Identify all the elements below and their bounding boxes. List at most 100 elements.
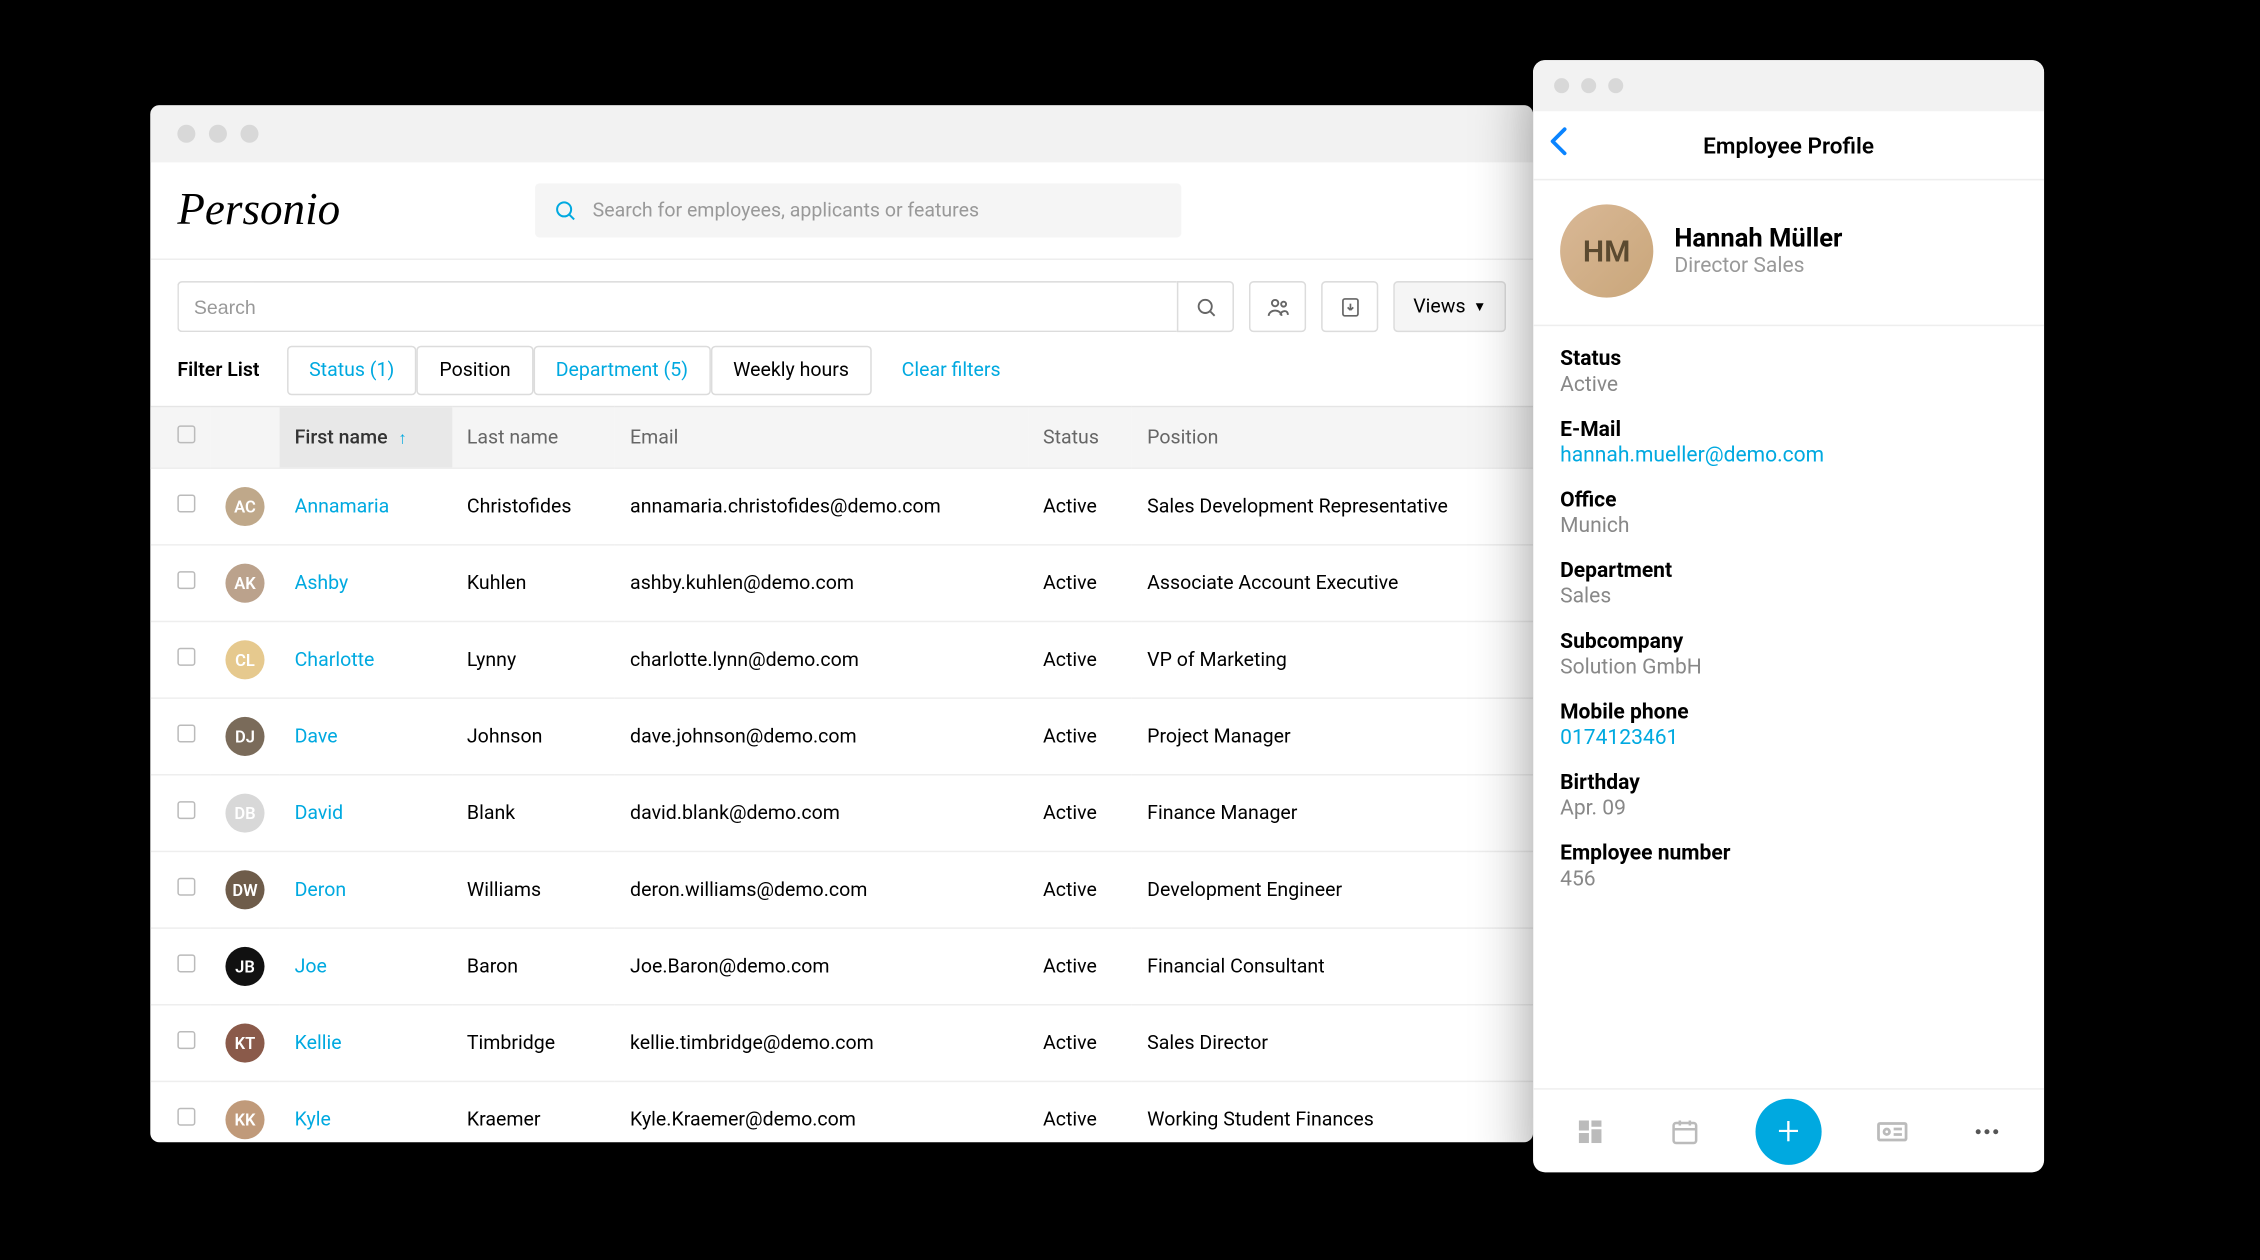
- first-name-link[interactable]: Deron: [295, 879, 347, 902]
- first-name-link[interactable]: Dave: [295, 725, 338, 748]
- field-value: Sales: [1560, 585, 2017, 609]
- row-checkbox[interactable]: [177, 1108, 195, 1126]
- dashboard-button[interactable]: [1566, 1107, 1614, 1155]
- filter-chip[interactable]: Weekly hours: [711, 346, 872, 396]
- calendar-icon: [1670, 1116, 1700, 1146]
- first-name-link[interactable]: Charlotte: [295, 649, 375, 672]
- table-header-row: First name ↑ Last name Email Status Posi…: [150, 407, 1533, 469]
- field-value: Solution GmbH: [1560, 655, 2017, 679]
- profile-field: SubcompanySolution GmbH: [1560, 630, 2017, 680]
- search-icon: [1195, 295, 1218, 318]
- row-checkbox[interactable]: [177, 954, 195, 972]
- position-cell: Finance Manager: [1132, 775, 1533, 852]
- app-logo: Personio: [177, 185, 340, 236]
- field-label: Employee number: [1560, 842, 2017, 866]
- row-checkbox[interactable]: [177, 571, 195, 589]
- mobile-header-title: Employee Profile: [1703, 132, 1874, 159]
- field-value[interactable]: hannah.mueller@demo.com: [1560, 443, 2017, 467]
- plus-icon: +: [1777, 1108, 1799, 1153]
- row-checkbox[interactable]: [177, 724, 195, 742]
- filter-chip[interactable]: Status (1): [287, 346, 417, 396]
- local-search-input[interactable]: [177, 281, 1177, 332]
- first-name-link[interactable]: Annamaria: [295, 495, 390, 518]
- field-value: Active: [1560, 373, 2017, 397]
- email-cell: charlotte.lynn@demo.com: [615, 621, 1028, 698]
- table-row[interactable]: DBDavidBlankdavid.blank@demo.comActiveFi…: [150, 775, 1533, 852]
- views-dropdown[interactable]: Views ▼: [1394, 281, 1506, 332]
- row-checkbox[interactable]: [177, 878, 195, 896]
- first-name-link[interactable]: David: [295, 802, 344, 825]
- traffic-light-dot: [209, 125, 227, 143]
- field-label: Status: [1560, 347, 2017, 371]
- profile-name: Hannah Müller: [1674, 224, 1842, 254]
- status-cell: Active: [1028, 1081, 1132, 1142]
- filter-chip[interactable]: Position: [417, 346, 533, 396]
- col-email[interactable]: Email: [615, 407, 1028, 469]
- status-cell: Active: [1028, 621, 1132, 698]
- first-name-link[interactable]: Ashby: [295, 572, 349, 595]
- table-row[interactable]: ACAnnamariaChristofidesannamaria.christo…: [150, 468, 1533, 545]
- more-button[interactable]: [1963, 1107, 2011, 1155]
- last-name-cell: Christofides: [452, 468, 615, 545]
- status-cell: Active: [1028, 1005, 1132, 1082]
- col-position[interactable]: Position: [1132, 407, 1533, 469]
- export-icon: [1339, 295, 1362, 318]
- position-cell: Sales Director: [1132, 1005, 1533, 1082]
- profile-field: BirthdayApr. 09: [1560, 771, 2017, 821]
- first-name-link[interactable]: Joe: [295, 955, 327, 978]
- last-name-cell: Kraemer: [452, 1081, 615, 1142]
- col-last-name[interactable]: Last name: [452, 407, 615, 469]
- clear-filters-link[interactable]: Clear filters: [902, 359, 1001, 382]
- field-value[interactable]: 0174123461: [1560, 726, 2017, 750]
- table-row[interactable]: DJDaveJohnsondave.johnson@demo.comActive…: [150, 698, 1533, 775]
- status-cell: Active: [1028, 775, 1132, 852]
- filter-chip[interactable]: Department (5): [533, 346, 710, 396]
- calendar-button[interactable]: [1660, 1107, 1708, 1155]
- status-cell: Active: [1028, 468, 1132, 545]
- last-name-cell: Williams: [452, 851, 615, 928]
- row-checkbox[interactable]: [177, 648, 195, 666]
- traffic-light-dot: [1581, 78, 1596, 93]
- field-value: Munich: [1560, 514, 2017, 538]
- add-button[interactable]: +: [1755, 1098, 1821, 1164]
- traffic-light-dot: [177, 125, 195, 143]
- avatar: DB: [225, 794, 264, 833]
- position-cell: Sales Development Representative: [1132, 468, 1533, 545]
- global-search[interactable]: Search for employees, applicants or feat…: [536, 183, 1182, 237]
- col-first-name[interactable]: First name ↑: [280, 407, 452, 469]
- profile-avatar: HM: [1560, 204, 1653, 297]
- table-row[interactable]: JBJoeBaronJoe.Baron@demo.comActiveFinanc…: [150, 928, 1533, 1005]
- row-checkbox[interactable]: [177, 494, 195, 512]
- select-all-checkbox[interactable]: [177, 425, 195, 443]
- status-cell: Active: [1028, 545, 1132, 622]
- local-search-button[interactable]: [1177, 281, 1234, 332]
- table-row[interactable]: KTKellieTimbridgekellie.timbridge@demo.c…: [150, 1005, 1533, 1082]
- first-name-link[interactable]: Kyle: [295, 1108, 331, 1131]
- field-label: Mobile phone: [1560, 700, 2017, 724]
- status-cell: Active: [1028, 928, 1132, 1005]
- avatar: AC: [225, 487, 264, 526]
- row-checkbox[interactable]: [177, 1031, 195, 1049]
- first-name-link[interactable]: Kellie: [295, 1032, 342, 1055]
- mobile-bottom-toolbar: +: [1533, 1088, 2044, 1172]
- row-checkbox[interactable]: [177, 801, 195, 819]
- profile-field: Employee number456: [1560, 842, 2017, 892]
- position-cell: Working Student Finances: [1132, 1081, 1533, 1142]
- field-label: Subcompany: [1560, 630, 2017, 654]
- table-row[interactable]: KKKyleKraemerKyle.Kraemer@demo.comActive…: [150, 1081, 1533, 1142]
- more-icon: [1972, 1116, 2002, 1146]
- position-cell: Associate Account Executive: [1132, 545, 1533, 622]
- col-status[interactable]: Status: [1028, 407, 1132, 469]
- profile-field: E-Mailhannah.mueller@demo.com: [1560, 418, 2017, 468]
- table-row[interactable]: DWDeronWilliamsderon.williams@demo.comAc…: [150, 851, 1533, 928]
- mobile-titlebar: [1533, 60, 2044, 111]
- avatar: JB: [225, 947, 264, 986]
- status-cell: Active: [1028, 698, 1132, 775]
- group-button[interactable]: [1249, 281, 1306, 332]
- table-row[interactable]: CLCharlotteLynnycharlotte.lynn@demo.comA…: [150, 621, 1533, 698]
- export-button[interactable]: [1322, 281, 1379, 332]
- table-row[interactable]: AKAshbyKuhlenashby.kuhlen@demo.comActive…: [150, 545, 1533, 622]
- back-button[interactable]: [1548, 126, 1569, 165]
- contact-card-button[interactable]: [1868, 1107, 1916, 1155]
- search-icon: [554, 198, 578, 222]
